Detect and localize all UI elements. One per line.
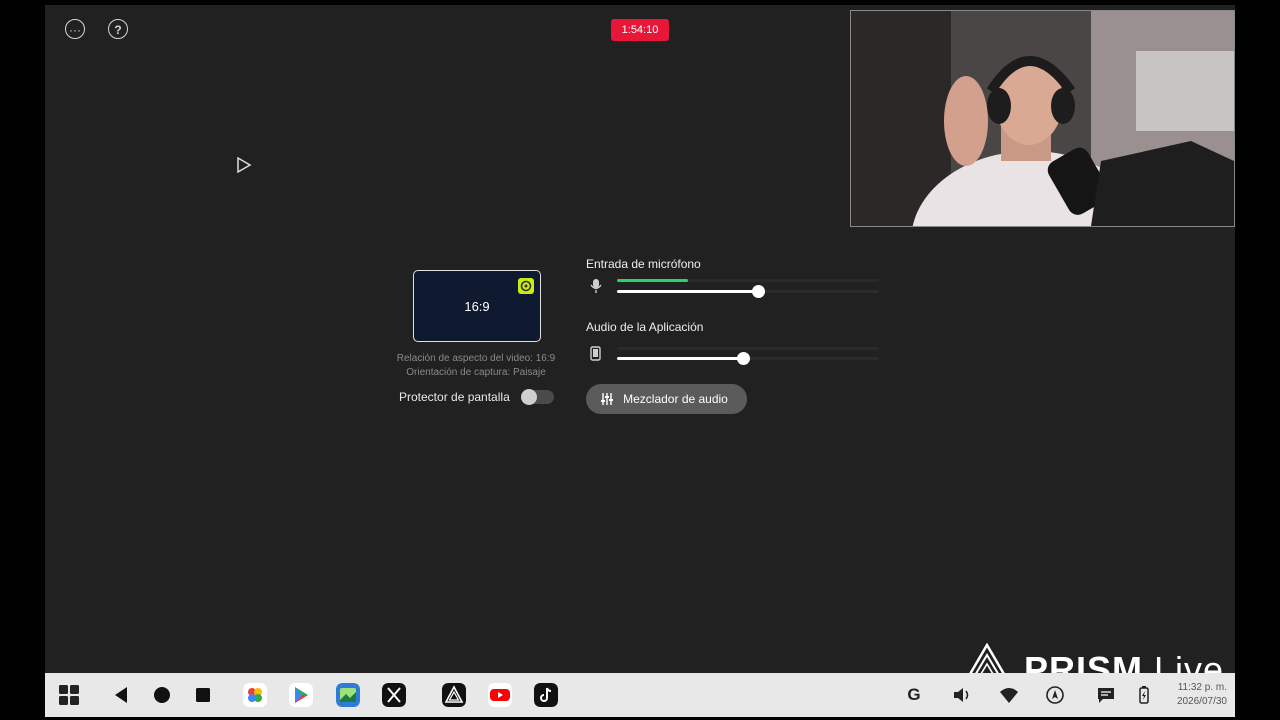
- audio-mixer-button[interactable]: Mezclador de audio: [586, 384, 747, 414]
- more-options-icon[interactable]: ···: [65, 19, 85, 39]
- clock-time: 11:32 p. m.: [1177, 682, 1227, 693]
- mic-volume-slider[interactable]: [617, 285, 879, 298]
- audio-mixer-label: Mezclador de audio: [623, 392, 728, 406]
- settings-gear-icon[interactable]: [518, 278, 534, 294]
- aspect-ratio-label: 16:9: [464, 299, 490, 314]
- phone-icon: [590, 346, 601, 361]
- screen-saver-toggle[interactable]: [521, 389, 554, 405]
- app-volume-thumb[interactable]: [736, 352, 750, 365]
- play-store-icon[interactable]: [289, 683, 313, 707]
- notifications-icon[interactable]: [1095, 684, 1117, 706]
- recents-icon[interactable]: [191, 683, 215, 707]
- home-icon[interactable]: [150, 683, 174, 707]
- youtube-icon[interactable]: [488, 683, 512, 707]
- clock[interactable]: 11:32 p. m. 2026/07/30: [1177, 681, 1227, 709]
- mic-level-meter: [617, 279, 879, 282]
- gallery-icon[interactable]: [336, 683, 360, 707]
- recording-timer: 1:54:10: [611, 19, 669, 41]
- volume-icon[interactable]: [951, 684, 973, 706]
- tiktok-icon[interactable]: [534, 683, 558, 707]
- app-level-meter: [617, 347, 879, 350]
- webcam-overlay: [850, 10, 1235, 227]
- google-photos-icon[interactable]: [243, 683, 267, 707]
- help-icon[interactable]: ?: [108, 19, 128, 39]
- screen-saver-label: Protector de pantalla: [399, 390, 510, 404]
- x-app-icon[interactable]: [382, 683, 406, 707]
- battery-icon: [1139, 686, 1149, 704]
- aspect-ratio-text: Relación de aspecto del video: 16:9: [396, 353, 556, 364]
- mic-input-label: Entrada de micrófono: [586, 257, 701, 271]
- back-icon[interactable]: [109, 683, 133, 707]
- sliders-icon: [601, 393, 613, 405]
- capture-orientation-text: Orientación de captura: Paisaje: [406, 367, 546, 378]
- taskbar: G 11:32 p. m. 2026/07/30: [45, 673, 1235, 717]
- wifi-icon[interactable]: [998, 684, 1020, 706]
- microphone-icon: [590, 279, 602, 293]
- capture-screen: ··· ? 1:54:10 16:9 Relación de aspecto d…: [45, 5, 1235, 717]
- app-volume-slider[interactable]: [617, 352, 879, 365]
- app-grid-icon[interactable]: [57, 683, 81, 707]
- mouse-cursor-icon: [237, 156, 252, 174]
- prism-app-icon[interactable]: [442, 683, 466, 707]
- app-audio-label: Audio de la Aplicación: [586, 320, 704, 334]
- location-icon[interactable]: [1044, 684, 1066, 706]
- clock-date: 2026/07/30: [1176, 696, 1227, 707]
- mic-volume-thumb[interactable]: [752, 285, 766, 298]
- google-icon[interactable]: G: [903, 684, 925, 706]
- aspect-ratio-card[interactable]: 16:9: [413, 270, 541, 342]
